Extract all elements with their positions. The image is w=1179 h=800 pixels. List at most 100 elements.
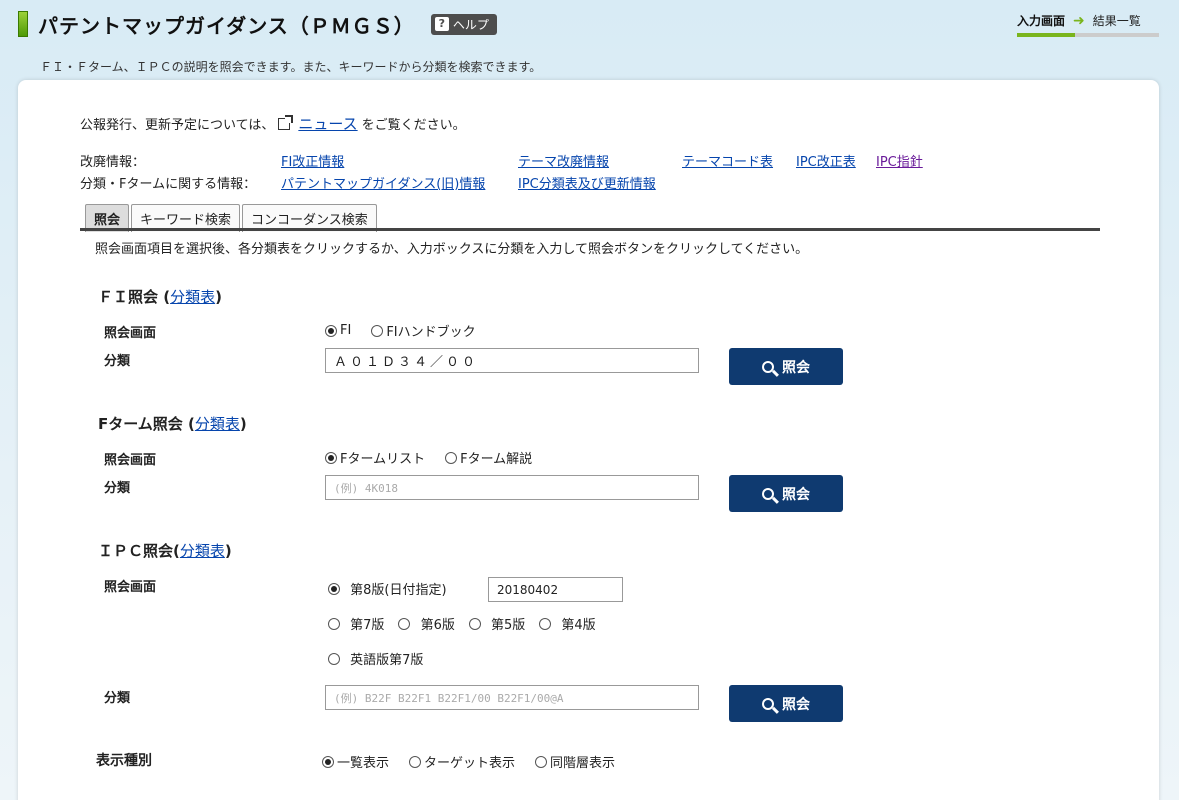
- pmg-old-info-link[interactable]: パテントマップガイダンス(旧)情報: [281, 173, 485, 192]
- radio-unchecked-icon: [398, 617, 411, 630]
- theme-revision-link[interactable]: テーマ改廃情報: [518, 151, 609, 170]
- radio-unchecked-icon: [371, 324, 384, 337]
- theme-code-table-link[interactable]: テーマコード表: [682, 151, 773, 170]
- search-icon: [762, 360, 774, 373]
- ipc-option-5th[interactable]: 第5版: [468, 614, 526, 633]
- ipc-option-4th-label: 第4版: [561, 618, 596, 633]
- help-label: ヘルプ: [452, 17, 489, 32]
- revision-info-label: 改廃情報：: [80, 155, 146, 170]
- display-type-label: 表示種別: [96, 753, 152, 769]
- radio-unchecked-icon: [468, 617, 481, 630]
- ipc-option-english-7th-label: 英語版第7版: [350, 653, 424, 668]
- external-link-icon: [278, 114, 294, 130]
- ipc-option-8th-label: 第8版(日付指定): [350, 583, 447, 598]
- classification-info-label: 分類・Fタームに関する情報：: [80, 177, 257, 192]
- fterm-class-label: 分類: [104, 481, 131, 496]
- ipc-class-label: 分類: [104, 691, 131, 706]
- fterm-class-table-link[interactable]: 分類表: [195, 415, 240, 433]
- ipc-class-table-link[interactable]: 分類表: [180, 542, 225, 560]
- notice-text-after: をご覧ください。: [361, 118, 466, 133]
- fterm-class-input[interactable]: (例) 4K018: [325, 475, 699, 500]
- fterm-section-title: Fターム照会 (分類表): [98, 415, 247, 433]
- fi-section-title: ＦＩ照会 (分類表): [98, 288, 222, 306]
- page-subtitle: ＦＩ・Ｆターム、ＩＰＣの説明を照会できます。また、キーワードから分類を検索できま…: [40, 60, 542, 74]
- display-option-same-level-label: 同階層表示: [550, 756, 616, 771]
- step-progress-fill: [1017, 33, 1075, 37]
- ipc-option-7th-label: 第7版: [350, 618, 385, 633]
- fterm-option-explanation[interactable]: Fターム解説: [445, 448, 532, 467]
- fi-class-label: 分類: [104, 354, 131, 369]
- instructions-text: 照会画面項目を選択後、各分類表をクリックするか、入力ボックスに分類を入力して照会…: [95, 242, 809, 257]
- news-notice: 公報発行、更新予定については、 ニュース をご覧ください。: [80, 113, 466, 134]
- fi-search-button-label: 照会: [782, 359, 810, 376]
- step-indicator: 入力画面 ➜ 結果一覧: [1017, 12, 1159, 37]
- ipc-old-edition-options: 第7版 第6版 第5版 第4版: [328, 614, 596, 633]
- radio-checked-icon: [322, 755, 334, 768]
- ipc-section-title: ＩＰＣ照会(分類表): [98, 542, 232, 560]
- display-option-target[interactable]: ターゲット表示: [409, 752, 515, 771]
- fi-option-handbook-label: FIハンドブック: [386, 325, 476, 340]
- arrow-right-icon: ➜: [1073, 12, 1085, 29]
- radio-checked-icon: [325, 451, 337, 464]
- search-icon: [762, 697, 774, 710]
- ipc-option-6th-label: 第6版: [420, 618, 455, 633]
- tab-divider: [80, 228, 1100, 231]
- news-link[interactable]: ニュース: [298, 113, 357, 134]
- fi-class-input[interactable]: Ａ０１Ｄ３４／００: [325, 348, 699, 373]
- fi-title-text: ＦＩ照会: [98, 288, 159, 306]
- ipc-class-input[interactable]: (例) B22F B22F1 B22F1/00 B22F1/00@A: [325, 685, 699, 710]
- display-option-target-label: ターゲット表示: [424, 756, 516, 771]
- fi-class-table-link[interactable]: 分類表: [170, 288, 215, 306]
- radio-checked-icon: [328, 582, 340, 595]
- display-option-same-level[interactable]: 同階層表示: [535, 752, 615, 771]
- title-marker-icon: [18, 11, 28, 37]
- radio-unchecked-icon: [328, 652, 340, 665]
- fi-search-button[interactable]: 照会: [729, 348, 843, 385]
- fterm-option-list[interactable]: Fタームリスト: [325, 448, 425, 467]
- question-icon: ?: [434, 17, 449, 31]
- fi-revision-link[interactable]: FI改正情報: [281, 151, 344, 170]
- fterm-screen-label: 照会画面: [104, 453, 157, 468]
- fterm-option-explanation-label: Fターム解説: [460, 452, 533, 467]
- title-bar: パテントマップガイダンス（ＰＭＧＳ） ? ヘルプ: [18, 8, 497, 40]
- ipc-guideline-link[interactable]: IPC指針: [876, 151, 923, 170]
- ipc-revision-table-link[interactable]: IPC改正表: [796, 151, 856, 170]
- fterm-search-button-label: 照会: [782, 486, 810, 503]
- step-progress-bar: [1017, 33, 1159, 37]
- fi-option-handbook[interactable]: FIハンドブック: [371, 321, 476, 340]
- ipc-option-6th[interactable]: 第6版: [398, 614, 455, 633]
- display-option-list[interactable]: 一覧表示: [322, 752, 389, 771]
- radio-unchecked-icon: [539, 617, 552, 630]
- ipc-option-7th[interactable]: 第7版: [328, 614, 384, 633]
- radio-checked-icon: [325, 324, 337, 337]
- step-results-list: 結果一覧: [1092, 14, 1141, 28]
- display-type-options: 一覧表示 ターゲット表示 同階層表示: [322, 752, 615, 771]
- ipc-option-4th[interactable]: 第4版: [539, 614, 596, 633]
- radio-unchecked-icon: [445, 451, 458, 464]
- fi-screen-label: 照会画面: [104, 326, 157, 341]
- radio-unchecked-icon: [328, 617, 340, 630]
- ipc-date-input[interactable]: 20180402: [488, 577, 623, 602]
- display-option-list-label: 一覧表示: [337, 756, 390, 771]
- fterm-title-text: Fターム照会: [98, 415, 183, 433]
- ipc-screen-label: 照会画面: [104, 580, 157, 595]
- fi-screen-options: FI FIハンドブック: [325, 321, 476, 340]
- help-button[interactable]: ? ヘルプ: [430, 13, 497, 35]
- ipc-search-button-label: 照会: [782, 696, 810, 713]
- ipc-option-8th[interactable]: 第8版(日付指定): [328, 579, 447, 598]
- step-input-screen: 入力画面: [1017, 14, 1066, 28]
- ipc-option-english-7th[interactable]: 英語版第7版: [328, 649, 423, 668]
- radio-unchecked-icon: [535, 755, 548, 768]
- ipc-title-text: ＩＰＣ照会: [98, 542, 174, 560]
- fterm-search-button[interactable]: 照会: [729, 475, 843, 512]
- ipc-table-update-link[interactable]: IPC分類表及び更新情報: [518, 173, 656, 192]
- notice-text-before: 公報発行、更新予定については、: [80, 118, 275, 133]
- fi-option-fi[interactable]: FI: [325, 321, 351, 340]
- fi-option-fi-label: FI: [340, 323, 352, 338]
- fterm-screen-options: Fタームリスト Fターム解説: [325, 448, 532, 467]
- fterm-option-list-label: Fタームリスト: [340, 452, 426, 467]
- radio-unchecked-icon: [409, 755, 422, 768]
- ipc-option-5th-label: 第5版: [490, 618, 526, 633]
- search-icon: [762, 487, 774, 500]
- ipc-search-button[interactable]: 照会: [729, 685, 843, 722]
